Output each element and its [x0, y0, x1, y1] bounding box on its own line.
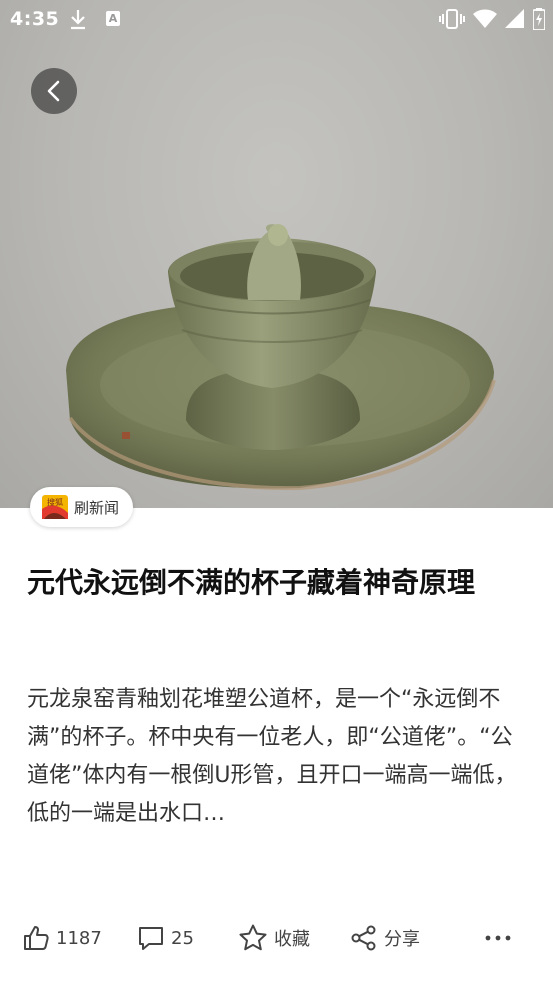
status-bar: 4:35 A: [0, 0, 553, 40]
hero-image: 4:35 A: [0, 0, 553, 508]
like-button[interactable]: 1187: [22, 915, 102, 961]
more-button[interactable]: [484, 915, 512, 961]
source-name: 刷新闻: [74, 498, 120, 517]
share-button[interactable]: 分享: [350, 915, 420, 961]
more-icon: [485, 935, 511, 941]
action-bar: 1187 25 收藏 分享: [0, 915, 553, 961]
celadon-cup-photo: [66, 224, 496, 491]
comment-count: 25: [171, 927, 194, 949]
comment-button[interactable]: 25: [137, 915, 194, 961]
star-icon: [239, 924, 267, 951]
comment-icon: [139, 927, 163, 950]
svg-text:搜狐: 搜狐: [47, 497, 63, 507]
share-label: 分享: [384, 929, 420, 950]
thumbs-up-icon: [24, 926, 49, 950]
a-badge-icon: A: [106, 11, 120, 26]
article-summary[interactable]: 元龙泉窑青釉划花堆塑公道杯，是一个“永远倒不满”的杯子。杯中央有一位老人，即“公…: [27, 681, 527, 833]
back-button[interactable]: [31, 68, 77, 114]
vibrate-icon: [439, 8, 465, 34]
status-time: 4:35: [10, 8, 60, 30]
download-icon: [69, 8, 87, 34]
share-icon: [351, 925, 376, 951]
source-logo: 搜狐: [42, 495, 68, 519]
like-count: 1187: [56, 927, 102, 949]
source-badge[interactable]: 搜狐 刷新闻: [30, 487, 134, 527]
favorite-label: 收藏: [274, 929, 310, 950]
favorite-button[interactable]: 收藏: [238, 915, 310, 961]
wifi-icon: [473, 9, 497, 33]
article-title[interactable]: 元代永远倒不满的杯子藏着神奇原理: [27, 560, 527, 606]
signal-icon: [505, 9, 525, 33]
back-arrow-icon: [47, 80, 60, 102]
battery-icon: [532, 8, 546, 34]
